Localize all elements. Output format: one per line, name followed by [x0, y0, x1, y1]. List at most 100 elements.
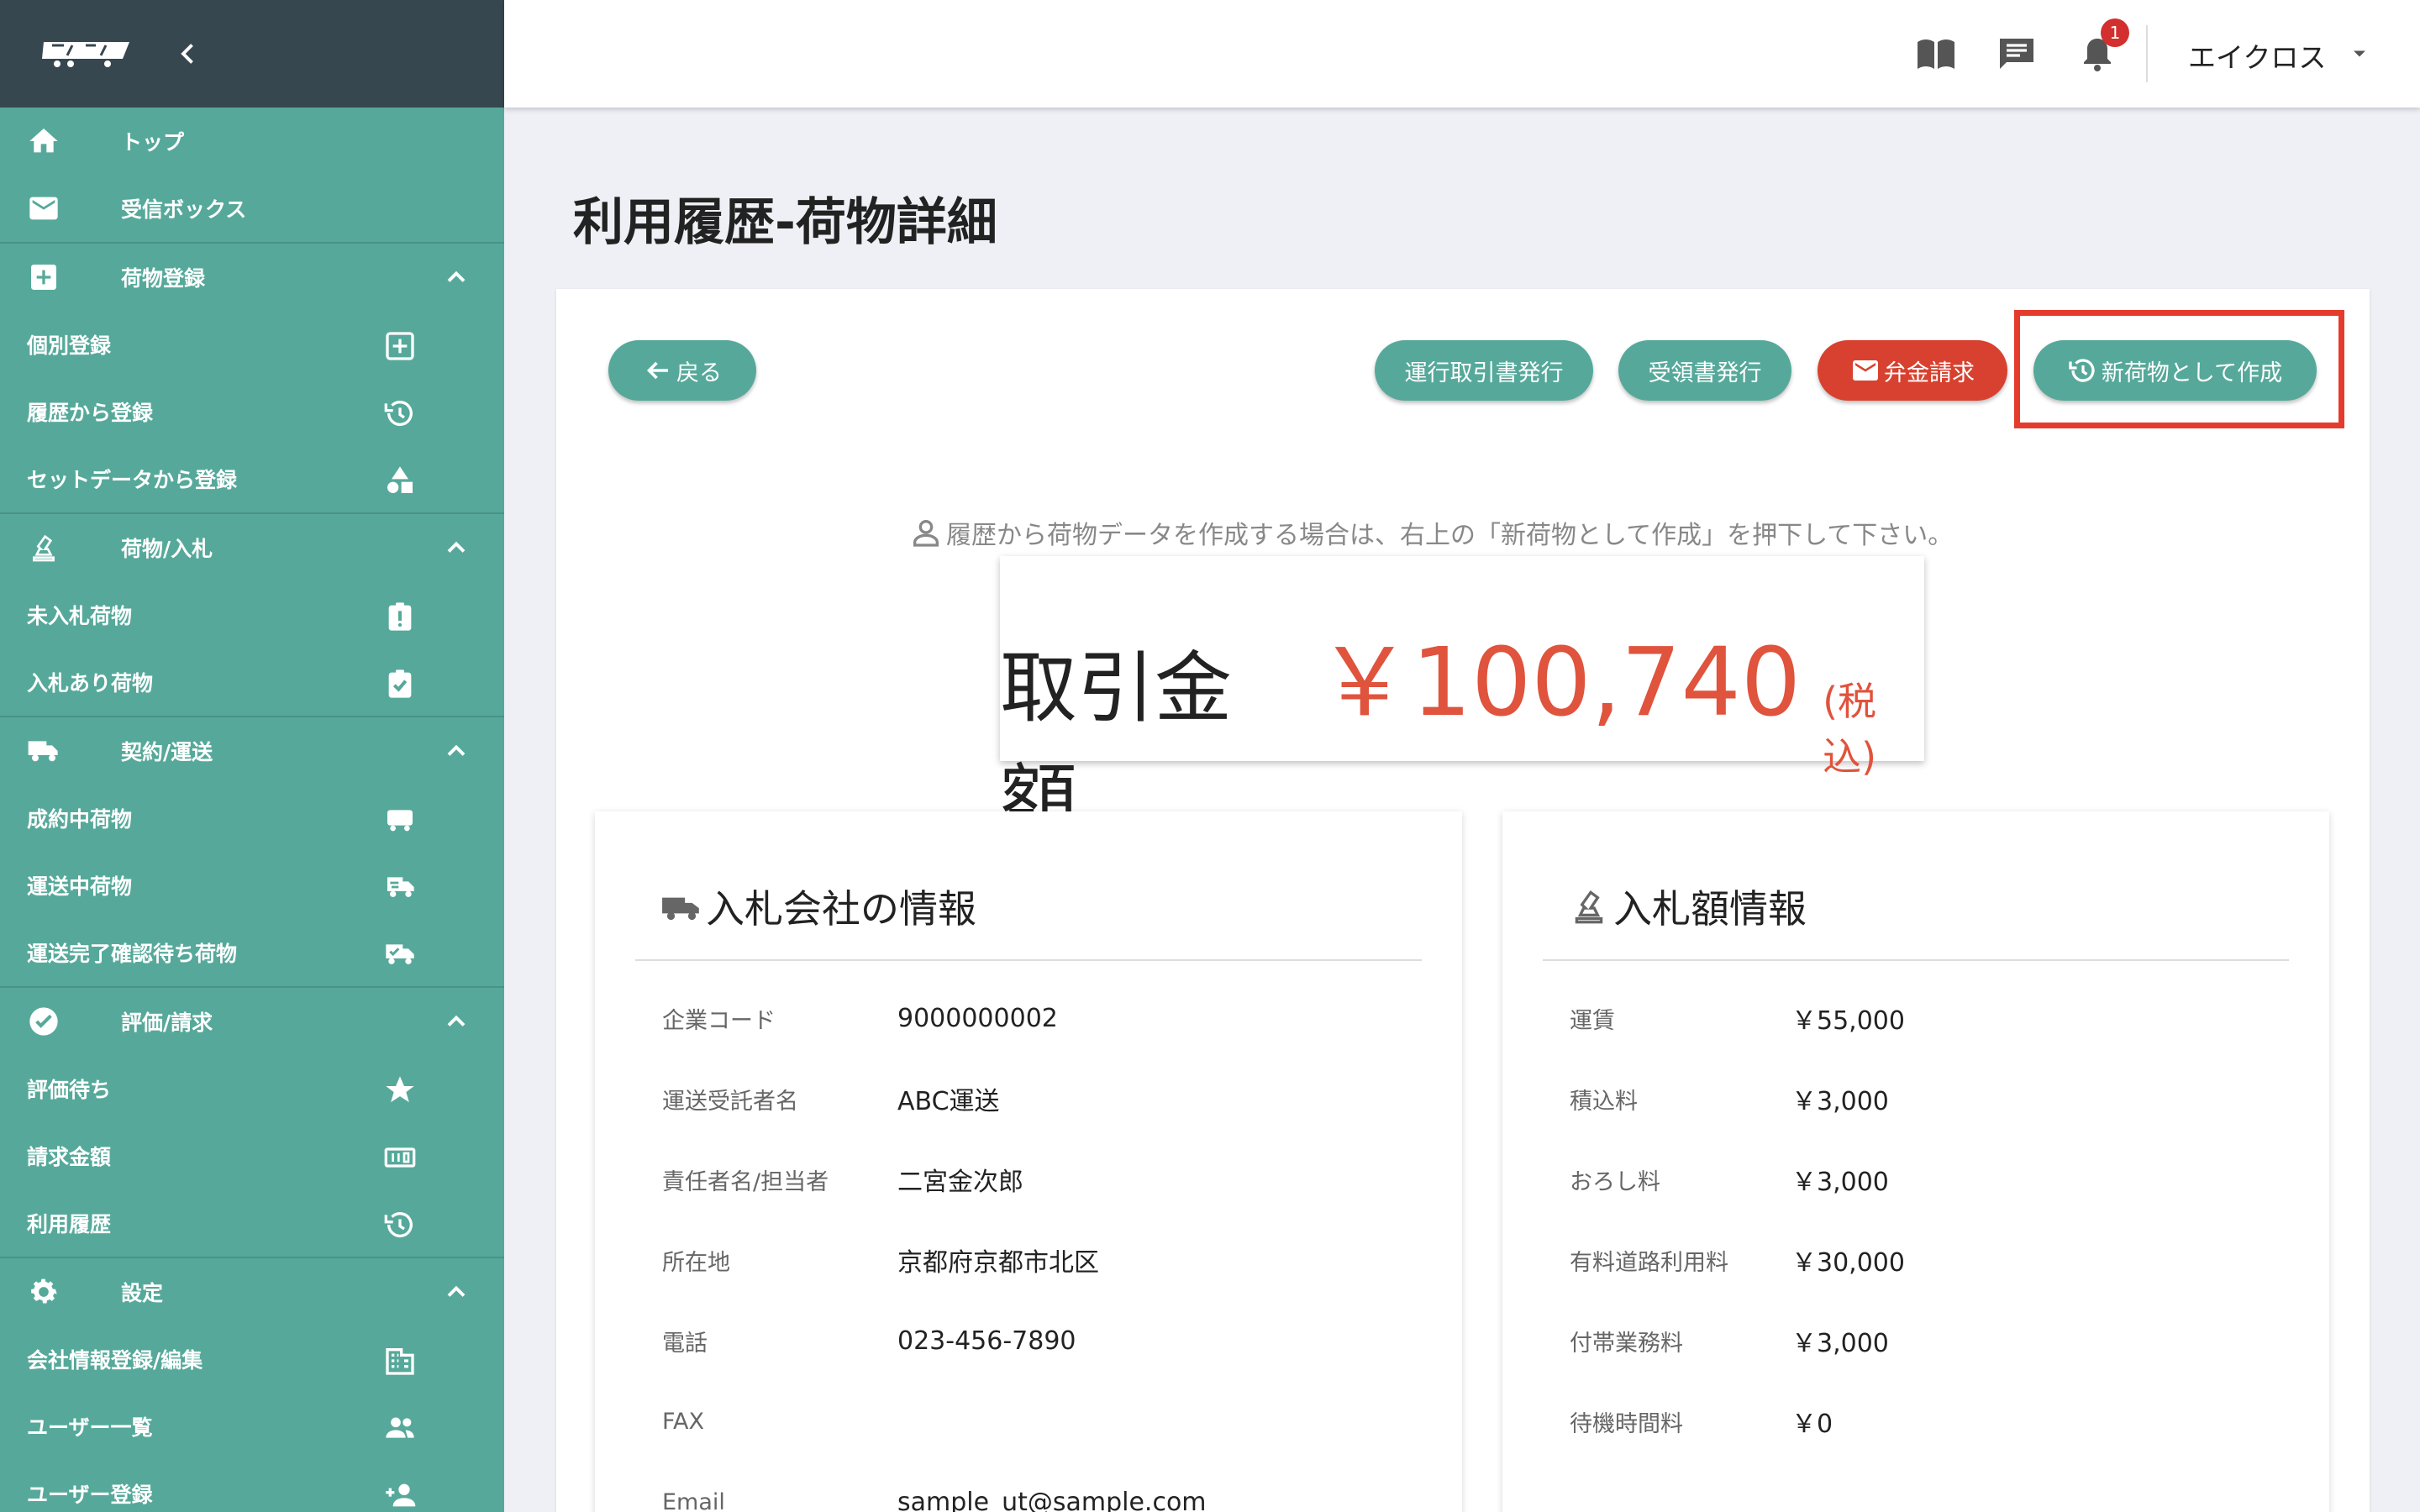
sidebar-item-top[interactable]: トップ [0, 108, 504, 175]
info-value: 9000000002 [897, 1003, 1058, 1033]
bid-row-freight: 運賃 ￥55,000 [1570, 1001, 1905, 1036]
sidebar-item-register-from-history[interactable]: 履歴から登録 [0, 378, 504, 445]
sidebar-item-label: 入札あり荷物 [27, 671, 154, 696]
sidebar-header [0, 0, 504, 108]
manual-book-icon[interactable] [1916, 35, 1956, 72]
panel-title: 入札額情報 [1568, 879, 1807, 934]
header-divider [2146, 25, 2148, 82]
sidebar-item-label: 評価待ち [27, 1078, 112, 1102]
issue-transaction-document-label: 運行取引書発行 [1404, 360, 1564, 386]
sidebar-section-evaluation-billing[interactable]: 評価/請求 [0, 988, 504, 1055]
star-icon [386, 1076, 414, 1103]
sidebar: トップ 受信ボックス 荷物登録 個別登録 履歴から登録 セットデータから登録 荷… [0, 0, 504, 1512]
chevron-up-icon[interactable] [441, 533, 471, 563]
info-row-person-in-charge: 責任者名/担当者 二宮金次郎 [662, 1163, 1023, 1197]
sidebar-item-label: 受信ボックス [121, 197, 247, 222]
compensation-request-label: 弁金請求 [1884, 360, 1975, 386]
sidebar-item-individual-registration[interactable]: 個別登録 [0, 311, 504, 378]
notice-message: 履歴から荷物データを作成する場合は、右上の「新荷物として作成」を押下して下さい。 [946, 521, 1954, 550]
sidebar-item-label: ユーザー登録 [27, 1483, 153, 1507]
sidebar-item-label: 利用履歴 [27, 1212, 112, 1236]
sidebar-item-awaiting-evaluation[interactable]: 評価待ち [0, 1055, 504, 1122]
gear-icon [31, 1278, 57, 1304]
bid-row-loading-fee: 積込料 ￥3,000 [1570, 1082, 1889, 1116]
clipboard-alert-icon [388, 602, 412, 631]
panel-title-text: 入札額情報 [1613, 886, 1807, 932]
bid-row-unloading-fee: おろし料 ￥3,000 [1570, 1163, 1889, 1197]
sidebar-item-label: 運送中荷物 [27, 874, 133, 899]
sidebar-nav: トップ 受信ボックス 荷物登録 個別登録 履歴から登録 セットデータから登録 荷… [0, 108, 504, 1512]
sidebar-item-unbid-cargo[interactable]: 未入札荷物 [0, 581, 504, 648]
info-key: Email [662, 1488, 725, 1512]
issue-transaction-document-button[interactable]: 運行取引書発行 [1375, 340, 1593, 401]
dropdown-caret-icon[interactable] [2348, 44, 2371, 64]
truck-icon [28, 741, 58, 762]
sidebar-section-cargo-bid[interactable]: 荷物/入札 [0, 514, 504, 581]
truck-small-icon [387, 810, 413, 832]
truck-check-icon [386, 944, 414, 964]
sidebar-item-user-list[interactable]: ユーザー一覧 [0, 1393, 504, 1460]
bid-key: 付帯業務料 [1570, 1330, 1683, 1357]
building-icon [386, 1348, 414, 1375]
sidebar-item-label: セットデータから登録 [27, 468, 238, 492]
sidebar-collapse-icon[interactable] [173, 39, 203, 69]
sidebar-item-label: ユーザー一覧 [27, 1415, 153, 1440]
sidebar-item-contracted-cargo[interactable]: 成約中荷物 [0, 785, 504, 852]
sidebar-item-label: 荷物/入札 [121, 537, 213, 561]
info-key: 責任者名/担当者 [662, 1168, 829, 1195]
truck-fast-icon [387, 877, 414, 897]
bid-key: 待機時間料 [1570, 1410, 1683, 1437]
bid-row-ancillary-fee: 付帯業務料 ￥3,000 [1570, 1324, 1889, 1358]
chevron-up-icon[interactable] [441, 736, 471, 766]
info-value: sample_ut@sample.com [897, 1487, 1207, 1512]
plus-square-icon [386, 332, 414, 360]
back-button[interactable]: 戻る [608, 340, 756, 401]
info-key: FAX [662, 1408, 705, 1435]
sidebar-item-label: 個別登録 [27, 333, 112, 358]
sidebar-section-settings[interactable]: 設定 [0, 1258, 504, 1326]
page-title: 利用履歴-荷物詳細 [573, 193, 997, 252]
mail-icon [1853, 360, 1878, 381]
compensation-request-button[interactable]: 弁金請求 [1818, 340, 2007, 401]
info-row-address: 所在地 京都府京都市北区 [662, 1243, 1099, 1278]
mail-icon [29, 197, 58, 220]
chat-icon[interactable] [1996, 35, 2037, 72]
sidebar-item-label: 評価/請求 [121, 1011, 213, 1035]
sidebar-item-bid-cargo[interactable]: 入札あり荷物 [0, 648, 504, 716]
sidebar-item-usage-history[interactable]: 利用履歴 [0, 1189, 504, 1257]
sidebar-item-inbox[interactable]: 受信ボックス [0, 175, 504, 242]
panel-title: 入札会社の情報 [660, 879, 976, 934]
info-row-email: Email sample_ut@sample.com [662, 1485, 1207, 1512]
bid-value: ￥3,000 [1791, 1168, 1889, 1197]
chevron-up-icon[interactable] [441, 1006, 471, 1037]
chevron-up-icon[interactable] [441, 262, 471, 292]
clipboard-check-icon [388, 669, 412, 698]
notice-text: 履歴から荷物データを作成する場合は、右上の「新荷物として作成」を押下して下さい。 [909, 514, 1953, 551]
sidebar-item-billing-amount[interactable]: 請求金額 [0, 1122, 504, 1189]
info-row-phone: 電話 023-456-7890 [662, 1324, 1076, 1357]
sidebar-item-company-info[interactable]: 会社情報登録/編集 [0, 1326, 504, 1393]
amount-tax-note: (税込) [1823, 679, 1877, 780]
sidebar-item-label: 未入札荷物 [27, 604, 133, 628]
sidebar-item-awaiting-completion-cargo[interactable]: 運送完了確認待ち荷物 [0, 919, 504, 986]
arrow-left-icon [646, 361, 668, 380]
history-icon [384, 1212, 413, 1238]
sidebar-item-label: 会社情報登録/編集 [27, 1348, 203, 1373]
bid-key: おろし料 [1570, 1168, 1660, 1195]
bid-value: ￥3,000 [1791, 1087, 1889, 1116]
user-menu[interactable]: エイクロス [2188, 35, 2326, 76]
chevron-up-icon[interactable] [441, 1277, 471, 1307]
sidebar-item-label: 請求金額 [27, 1145, 112, 1169]
truck-icon [662, 897, 699, 921]
bid-row-toll-fee: 有料道路利用料 ￥30,000 [1570, 1243, 1905, 1278]
issue-receipt-label: 受領書発行 [1648, 360, 1762, 386]
issue-receipt-button[interactable]: 受領書発行 [1618, 340, 1791, 401]
sidebar-item-in-transit-cargo[interactable]: 運送中荷物 [0, 852, 504, 919]
sidebar-section-contract-transport[interactable]: 契約/運送 [0, 717, 504, 785]
info-row-carrier-name: 運送受託者名 ABC運送 [662, 1082, 1000, 1116]
sidebar-item-user-registration[interactable]: ユーザー登録 [0, 1460, 504, 1512]
sidebar-section-cargo-registration[interactable]: 荷物登録 [0, 244, 504, 311]
app-logo [42, 42, 129, 67]
sidebar-item-register-from-set-data[interactable]: セットデータから登録 [0, 445, 504, 512]
sidebar-item-label: 成約中荷物 [27, 807, 133, 832]
